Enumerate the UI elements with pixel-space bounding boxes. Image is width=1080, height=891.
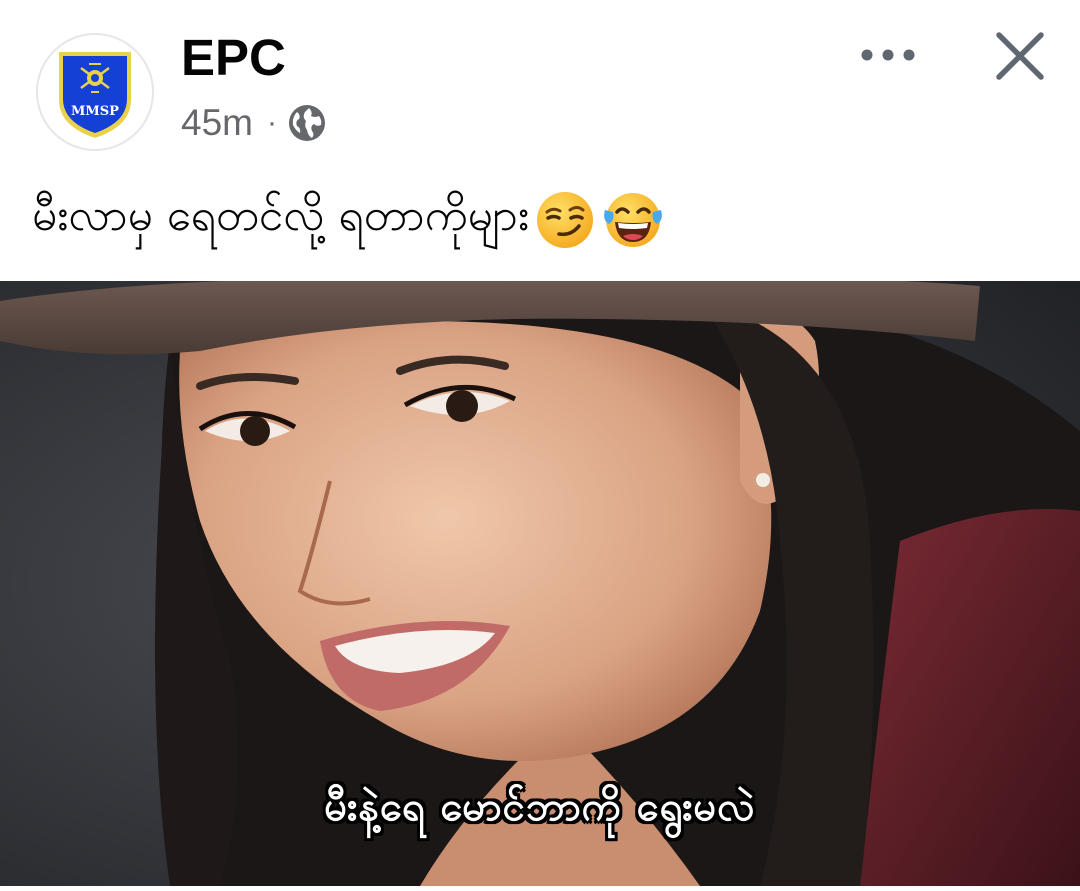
globe-icon[interactable] [287, 103, 327, 143]
page-avatar[interactable]: MMSP [36, 33, 154, 151]
close-icon [996, 32, 1044, 80]
post-viewer: MMSP EPC 45m · မီးလာမှ ရေတင်လို့ ရတာကိုမ… [0, 0, 1080, 891]
post-photo[interactable]: မီးနဲ့ရေ မောင်ဘာကို ရွေးမလဲ [0, 281, 1080, 886]
meta-separator: · [266, 106, 277, 139]
meme-subtitle: မီးနဲ့ရေ မောင်ဘာကို ရွေးမလဲ [324, 784, 756, 830]
page-name[interactable]: EPC [181, 30, 286, 86]
caption-text: မီးလာမှ ရေတင်လို့ ရတာကိုများ [32, 190, 530, 241]
smirking-face-emoji [535, 190, 595, 250]
logo-text: MMSP [71, 104, 119, 119]
post-timestamp[interactable]: 45m [181, 102, 253, 144]
more-horizontal-icon [861, 49, 915, 61]
close-button[interactable] [986, 24, 1054, 88]
post-meta: 45m · [181, 100, 327, 146]
more-options-button[interactable] [852, 30, 924, 80]
face-with-tears-of-joy-emoji [601, 190, 665, 250]
post-caption: မီးလာမှ ရေတင်လို့ ရတာကိုများ [32, 182, 665, 258]
bottom-divider [0, 886, 1080, 891]
mmsp-shield-logo: MMSP [59, 52, 131, 138]
